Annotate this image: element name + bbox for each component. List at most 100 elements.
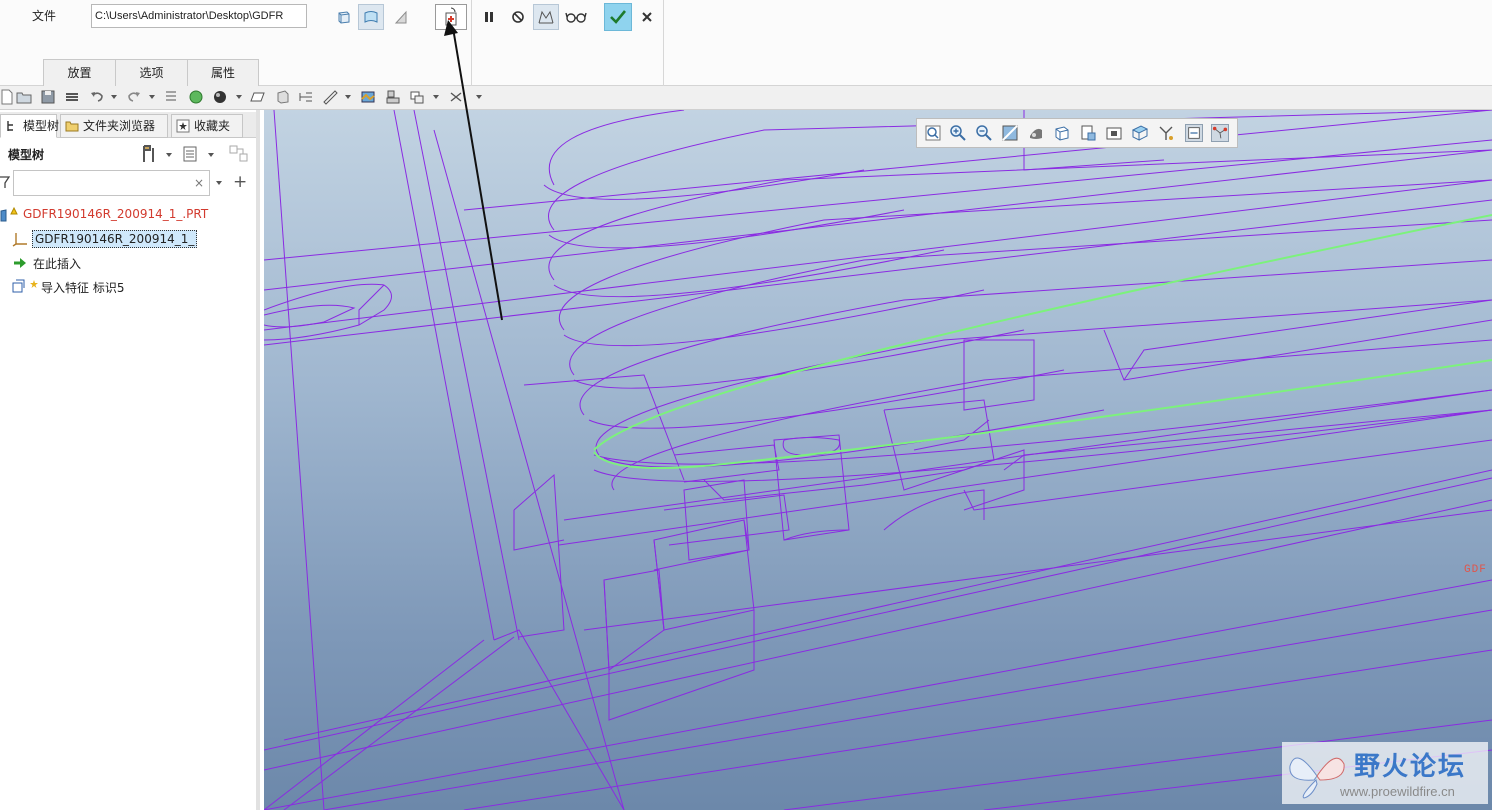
- tab-options[interactable]: 选项: [115, 59, 188, 86]
- model-tree-icon: [7, 121, 13, 131]
- ok-button[interactable]: [604, 3, 632, 31]
- solid-icon: [338, 11, 350, 24]
- verify-mode-button[interactable]: [562, 4, 590, 30]
- tree-item-import-feature[interactable]: 导入特征 标识5: [0, 276, 256, 298]
- tree-item-part[interactable]: GDFR190146R_200914_1_.PRT: [0, 204, 256, 226]
- show-dropdown-arrow[interactable]: [208, 153, 214, 157]
- view-manager-icon[interactable]: [1079, 124, 1097, 142]
- tab-favorites-label: 收藏夹: [194, 119, 231, 133]
- preview-geometry-icon: [538, 10, 554, 24]
- close-window-icon[interactable]: [448, 89, 464, 105]
- forum-watermark: 野火论坛 www.proewildfire.cn: [1282, 742, 1488, 804]
- quick-access-toolbar: [0, 86, 1492, 110]
- butterfly-logo-icon: [1289, 757, 1345, 799]
- layers-icon[interactable]: [64, 89, 80, 105]
- tab-placement[interactable]: 放置: [43, 59, 116, 86]
- refit-icon[interactable]: [924, 124, 942, 142]
- assembly-icon[interactable]: [385, 89, 401, 105]
- annotation-display-icon[interactable]: [1157, 124, 1175, 142]
- folder-icon: [65, 121, 79, 132]
- navigator-panel: 模型树 文件夹浏览器 收藏夹 模型树 × + GDFR190146R_20091…: [0, 110, 260, 810]
- tab-properties[interactable]: 属性: [187, 59, 259, 86]
- measure-ruler-icon[interactable]: [322, 89, 338, 105]
- watermark-url: www.proewildfire.cn: [1340, 784, 1455, 799]
- point-display-icon[interactable]: [1211, 124, 1229, 142]
- solid-type-button[interactable]: [331, 4, 357, 30]
- view-toolbar: [916, 118, 1238, 148]
- datum-icon[interactable]: [275, 89, 291, 105]
- render-icon[interactable]: [360, 89, 376, 105]
- undo-dropdown-arrow[interactable]: [111, 95, 117, 99]
- pause-icon: [485, 12, 493, 22]
- graphics-window[interactable]: [264, 110, 1492, 810]
- part-icon: [0, 207, 18, 222]
- model-tree-search-input[interactable]: ×: [13, 170, 210, 196]
- tab-favorites[interactable]: 收藏夹: [171, 114, 243, 138]
- perspective-view-icon[interactable]: [1105, 124, 1123, 142]
- spin-center-icon[interactable]: [1185, 124, 1203, 142]
- save-icon[interactable]: [40, 89, 56, 105]
- import-feature-dashboard: 文件 C:\Users\Administrator\Desktop\GDFR 放…: [0, 0, 1492, 86]
- measure-dropdown-arrow[interactable]: [345, 95, 351, 99]
- tree-item-csys[interactable]: GDFR190146R_200914_1_: [0, 228, 256, 250]
- glasses-icon: [565, 12, 587, 23]
- cancel-button[interactable]: [634, 4, 660, 30]
- tree-item-part-label: GDFR190146R_200914_1_.PRT: [23, 207, 209, 221]
- surface-icon: [364, 11, 378, 23]
- file-path-field[interactable]: C:\Users\Administrator\Desktop\GDFR: [91, 4, 307, 28]
- import-feature-icon: [12, 279, 38, 293]
- datum-planes-display-icon[interactable]: [1131, 124, 1149, 142]
- tree-item-import-feature-label: 导入特征 标识5: [41, 281, 125, 295]
- pause-button[interactable]: [476, 4, 502, 30]
- select-file-button[interactable]: [435, 4, 467, 30]
- filter-icon[interactable]: [0, 175, 10, 189]
- no-preview-button[interactable]: [505, 4, 531, 30]
- undo-icon[interactable]: [89, 89, 105, 105]
- settings-tools-icon[interactable]: [140, 144, 158, 164]
- redo-dropdown-arrow[interactable]: [149, 95, 155, 99]
- show-list-icon[interactable]: [182, 146, 198, 162]
- search-dropdown-arrow[interactable]: [216, 181, 222, 185]
- file-label: 文件: [31, 9, 56, 23]
- tree-item-insert-here[interactable]: 在此插入: [0, 252, 256, 274]
- curve-icon: [394, 10, 407, 24]
- close-icon: [642, 12, 652, 22]
- clear-search-icon[interactable]: ×: [194, 176, 204, 190]
- new-file-icon[interactable]: [0, 89, 16, 105]
- tree-item-insert-here-label: 在此插入: [33, 257, 82, 271]
- settings-dropdown-arrow[interactable]: [166, 153, 172, 157]
- window-dropdown-arrow[interactable]: [433, 95, 439, 99]
- open-file-icon: [445, 7, 457, 26]
- plane-icon[interactable]: [250, 89, 266, 105]
- repaint-icon[interactable]: [1001, 124, 1019, 142]
- toolbar-customize-arrow[interactable]: [476, 95, 482, 99]
- window-icon[interactable]: [409, 89, 425, 105]
- watermark-title: 野火论坛: [1354, 752, 1467, 782]
- tab-folder-browser-label: 文件夹浏览器: [83, 119, 156, 133]
- curve-type-button[interactable]: [388, 4, 414, 30]
- saved-orientations-icon[interactable]: [1053, 124, 1071, 142]
- ribbon-separator: [663, 0, 664, 86]
- display-style-shaded-icon[interactable]: [1027, 124, 1045, 142]
- favorites-star-icon: [176, 119, 190, 133]
- display-style-icon[interactable]: [212, 89, 228, 105]
- csys-icon: [12, 233, 27, 247]
- redo-icon[interactable]: [126, 89, 142, 105]
- insert-here-arrow-icon: [14, 258, 26, 268]
- model-tree-header: 模型树: [0, 142, 256, 166]
- tree-columns-icon[interactable]: [228, 144, 250, 164]
- open-folder-icon[interactable]: [16, 89, 32, 105]
- preview-geometry-button[interactable]: [533, 4, 559, 30]
- add-filter-icon[interactable]: +: [233, 172, 247, 192]
- surface-type-button[interactable]: [358, 4, 384, 30]
- regenerate-icon[interactable]: [163, 89, 179, 105]
- tree-item-csys-label: GDFR190146R_200914_1_: [32, 230, 198, 248]
- tab-model-tree-label: 模型树: [23, 119, 60, 133]
- tab-folder-browser[interactable]: 文件夹浏览器: [60, 114, 168, 138]
- appearance-sphere-icon[interactable]: [188, 89, 204, 105]
- display-style-dropdown-arrow[interactable]: [236, 95, 242, 99]
- tab-model-tree[interactable]: 模型树: [0, 114, 60, 138]
- zoom-in-icon[interactable]: [949, 124, 967, 142]
- dimension-icon[interactable]: [298, 89, 314, 105]
- zoom-out-icon[interactable]: [975, 124, 993, 142]
